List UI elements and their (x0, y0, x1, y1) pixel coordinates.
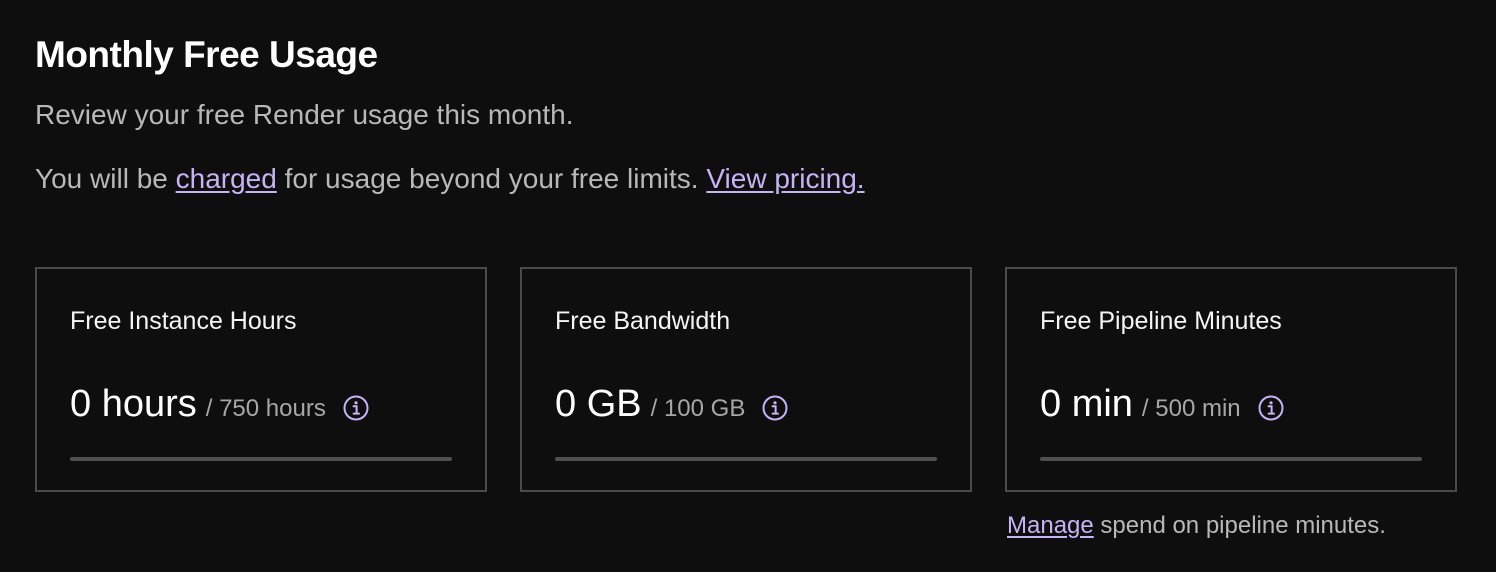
usage-limit: / 100 GB (650, 395, 746, 422)
info-icon[interactable] (343, 395, 369, 421)
info-icon-graphic (343, 395, 369, 420)
charged-link[interactable]: charged (176, 163, 277, 194)
card-value-row: 0 min / 500 min (1040, 383, 1284, 426)
card-label: Free Bandwidth (555, 307, 731, 335)
usage-value: 0 min (1040, 383, 1133, 425)
charge-notice-prefix: You will be (35, 163, 176, 194)
usage-value: 0 GB (555, 383, 642, 425)
view-pricing-link[interactable]: View pricing. (706, 163, 864, 194)
card-label: Free Instance Hours (70, 307, 297, 335)
usage-card-bandwidth: Free Bandwidth 0 GB / 100 GB (520, 267, 972, 492)
page-subtitle: Review your free Render usage this month… (35, 99, 574, 130)
info-icon[interactable] (762, 395, 788, 421)
monthly-free-usage-panel: Monthly Free Usage Review your free Rend… (35, 34, 1462, 539)
usage-progress-bar (555, 457, 937, 461)
usage-progress-bar (1040, 457, 1422, 461)
usage-value: 0 hours (70, 383, 197, 425)
page-title: Monthly Free Usage (35, 34, 378, 75)
card-value-row: 0 hours / 750 hours (70, 383, 369, 426)
charge-notice: You will be charged for usage beyond you… (35, 162, 1462, 196)
usage-limit: / 500 min (1141, 395, 1241, 422)
usage-limit: / 750 hours (205, 395, 326, 422)
manage-link[interactable]: Manage (1007, 512, 1094, 539)
pipeline-spend-text: spend on pipeline minutes. (1093, 512, 1386, 539)
usage-card-pipeline-minutes: Free Pipeline Minutes 0 min / 500 min (1005, 267, 1457, 492)
card-value-row: 0 GB / 100 GB (555, 383, 788, 426)
charge-notice-middle: for usage beyond your free limits. (276, 163, 707, 194)
usage-progress-bar (70, 457, 452, 461)
usage-card-instance-hours: Free Instance Hours 0 hours / 750 hours (35, 267, 487, 492)
info-icon-graphic (762, 395, 788, 420)
info-icon[interactable] (1258, 395, 1284, 421)
info-icon-graphic (1258, 395, 1284, 420)
usage-cards: Free Instance Hours 0 hours / 750 hours … (35, 267, 1457, 492)
pipeline-spend-note: Manage spend on pipeline minutes. (1007, 512, 1386, 540)
card-label: Free Pipeline Minutes (1040, 307, 1282, 335)
